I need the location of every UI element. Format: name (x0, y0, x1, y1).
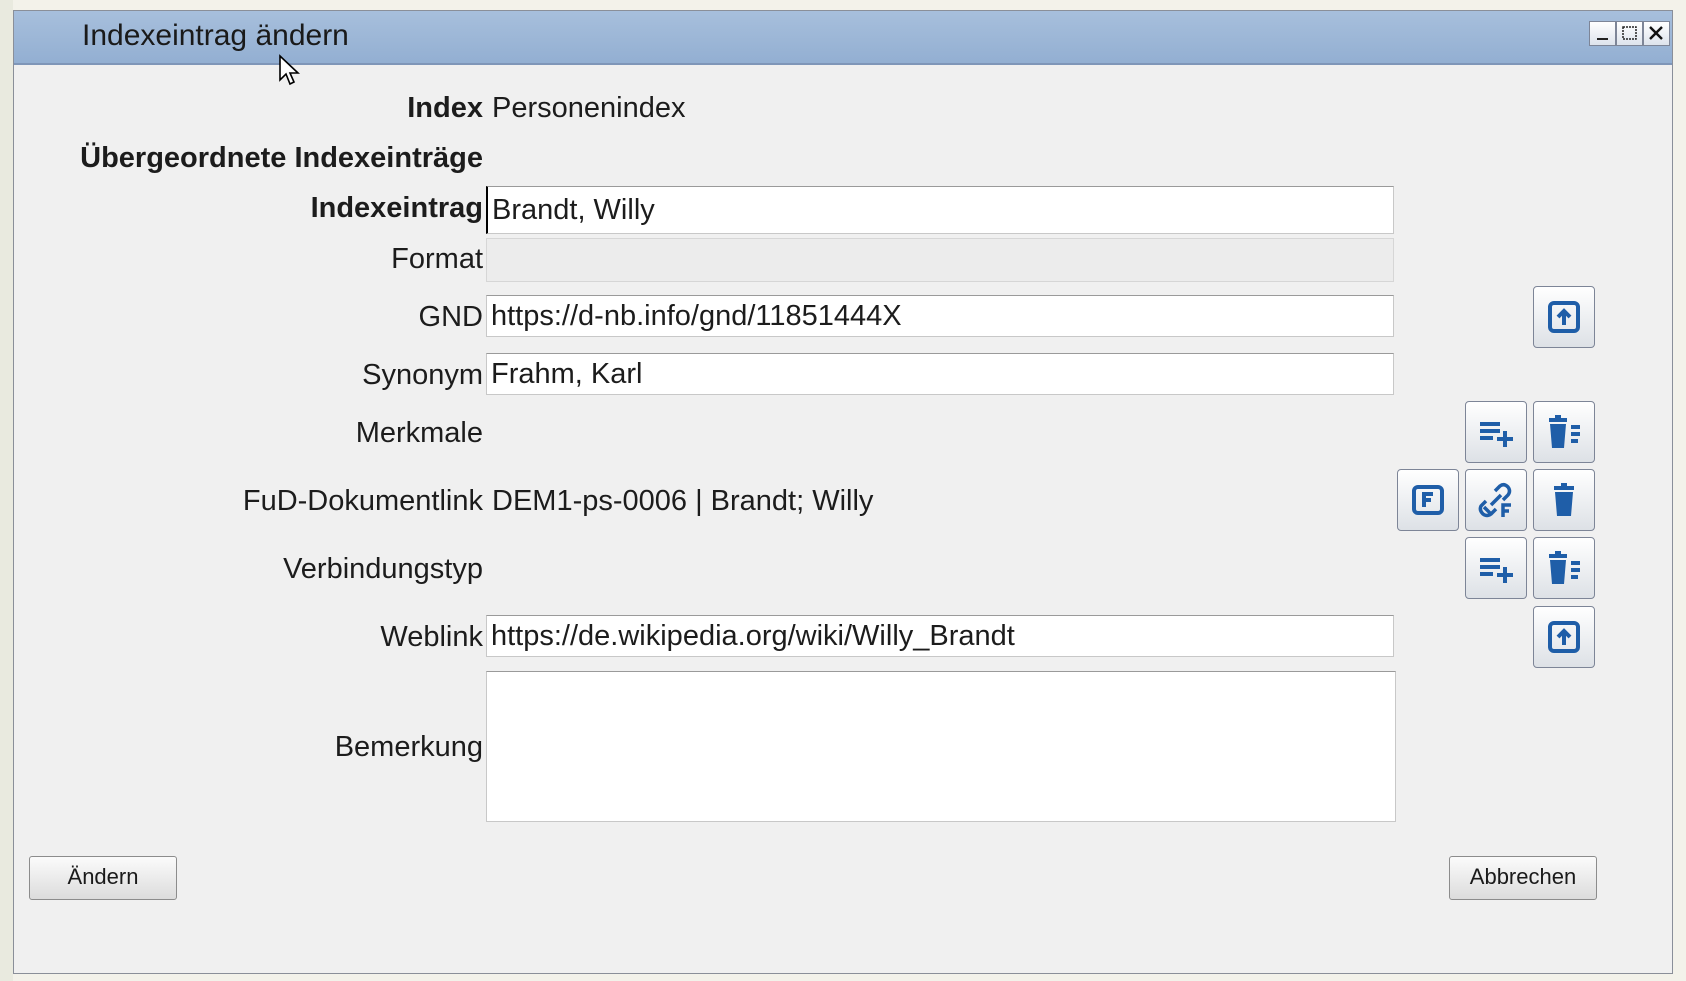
remark-label: Bemerkung (334, 731, 483, 763)
mouse-cursor-icon (279, 54, 301, 86)
close-icon (1649, 26, 1663, 40)
parent-entries-heading: Übergeordnete Indexeinträge (80, 142, 483, 174)
connection-type-delete-button[interactable] (1533, 537, 1595, 599)
maximize-icon (1622, 26, 1637, 40)
entry-input[interactable]: Brandt, Willy (486, 186, 1394, 234)
minimize-button[interactable] (1589, 21, 1616, 46)
gnd-open-button[interactable] (1533, 286, 1595, 348)
cancel-button[interactable]: Abbrechen (1449, 856, 1597, 900)
remark-textarea[interactable] (486, 671, 1396, 822)
list-add-icon (1480, 558, 1513, 583)
maximize-button[interactable] (1616, 21, 1643, 46)
index-value: Personenindex (492, 92, 686, 124)
weblink-label: Weblink (380, 621, 483, 653)
connection-type-add-button[interactable] (1465, 537, 1527, 599)
open-external-icon (1548, 301, 1580, 333)
synonym-input[interactable]: Frahm, Karl (486, 353, 1394, 395)
features-delete-button[interactable] (1533, 401, 1595, 463)
fud-document-icon (1412, 485, 1444, 515)
weblink-open-button[interactable] (1533, 606, 1595, 668)
features-label: Merkmale (355, 417, 483, 449)
fud-link-label: FuD-Dokumentlink (242, 485, 483, 517)
trash-icon (1554, 483, 1574, 516)
list-delete-icon (1549, 415, 1580, 448)
list-add-icon (1480, 422, 1513, 447)
open-external-icon (1548, 621, 1580, 653)
features-add-button[interactable] (1465, 401, 1527, 463)
link-f-icon (1478, 482, 1512, 518)
synonym-label: Synonym (362, 359, 483, 391)
list-delete-icon (1549, 551, 1580, 584)
fud-link-value: DEM1-ps-0006 | Brandt; Willy (492, 485, 874, 517)
minimize-icon (1597, 38, 1608, 40)
weblink-input[interactable]: https://de.wikipedia.org/wiki/Willy_Bran… (486, 615, 1394, 657)
gnd-input[interactable]: https://d-nb.info/gnd/11851444X (486, 295, 1394, 337)
format-input[interactable] (486, 238, 1394, 282)
background-edge (0, 0, 13, 981)
entry-label: Indexeintrag (310, 192, 483, 224)
close-button[interactable] (1643, 21, 1670, 46)
fud-link-button[interactable] (1465, 469, 1527, 531)
fud-document-button[interactable] (1397, 469, 1459, 531)
title-bar[interactable]: Indexeintrag ändern (14, 11, 1672, 65)
gnd-label: GND (418, 301, 483, 333)
format-label: Format (391, 243, 483, 275)
change-button[interactable]: Ändern (29, 856, 177, 900)
fud-link-delete-button[interactable] (1533, 469, 1595, 531)
index-label: Index (407, 92, 483, 124)
connection-type-label: Verbindungstyp (283, 553, 483, 585)
window-title: Indexeintrag ändern (82, 19, 349, 52)
